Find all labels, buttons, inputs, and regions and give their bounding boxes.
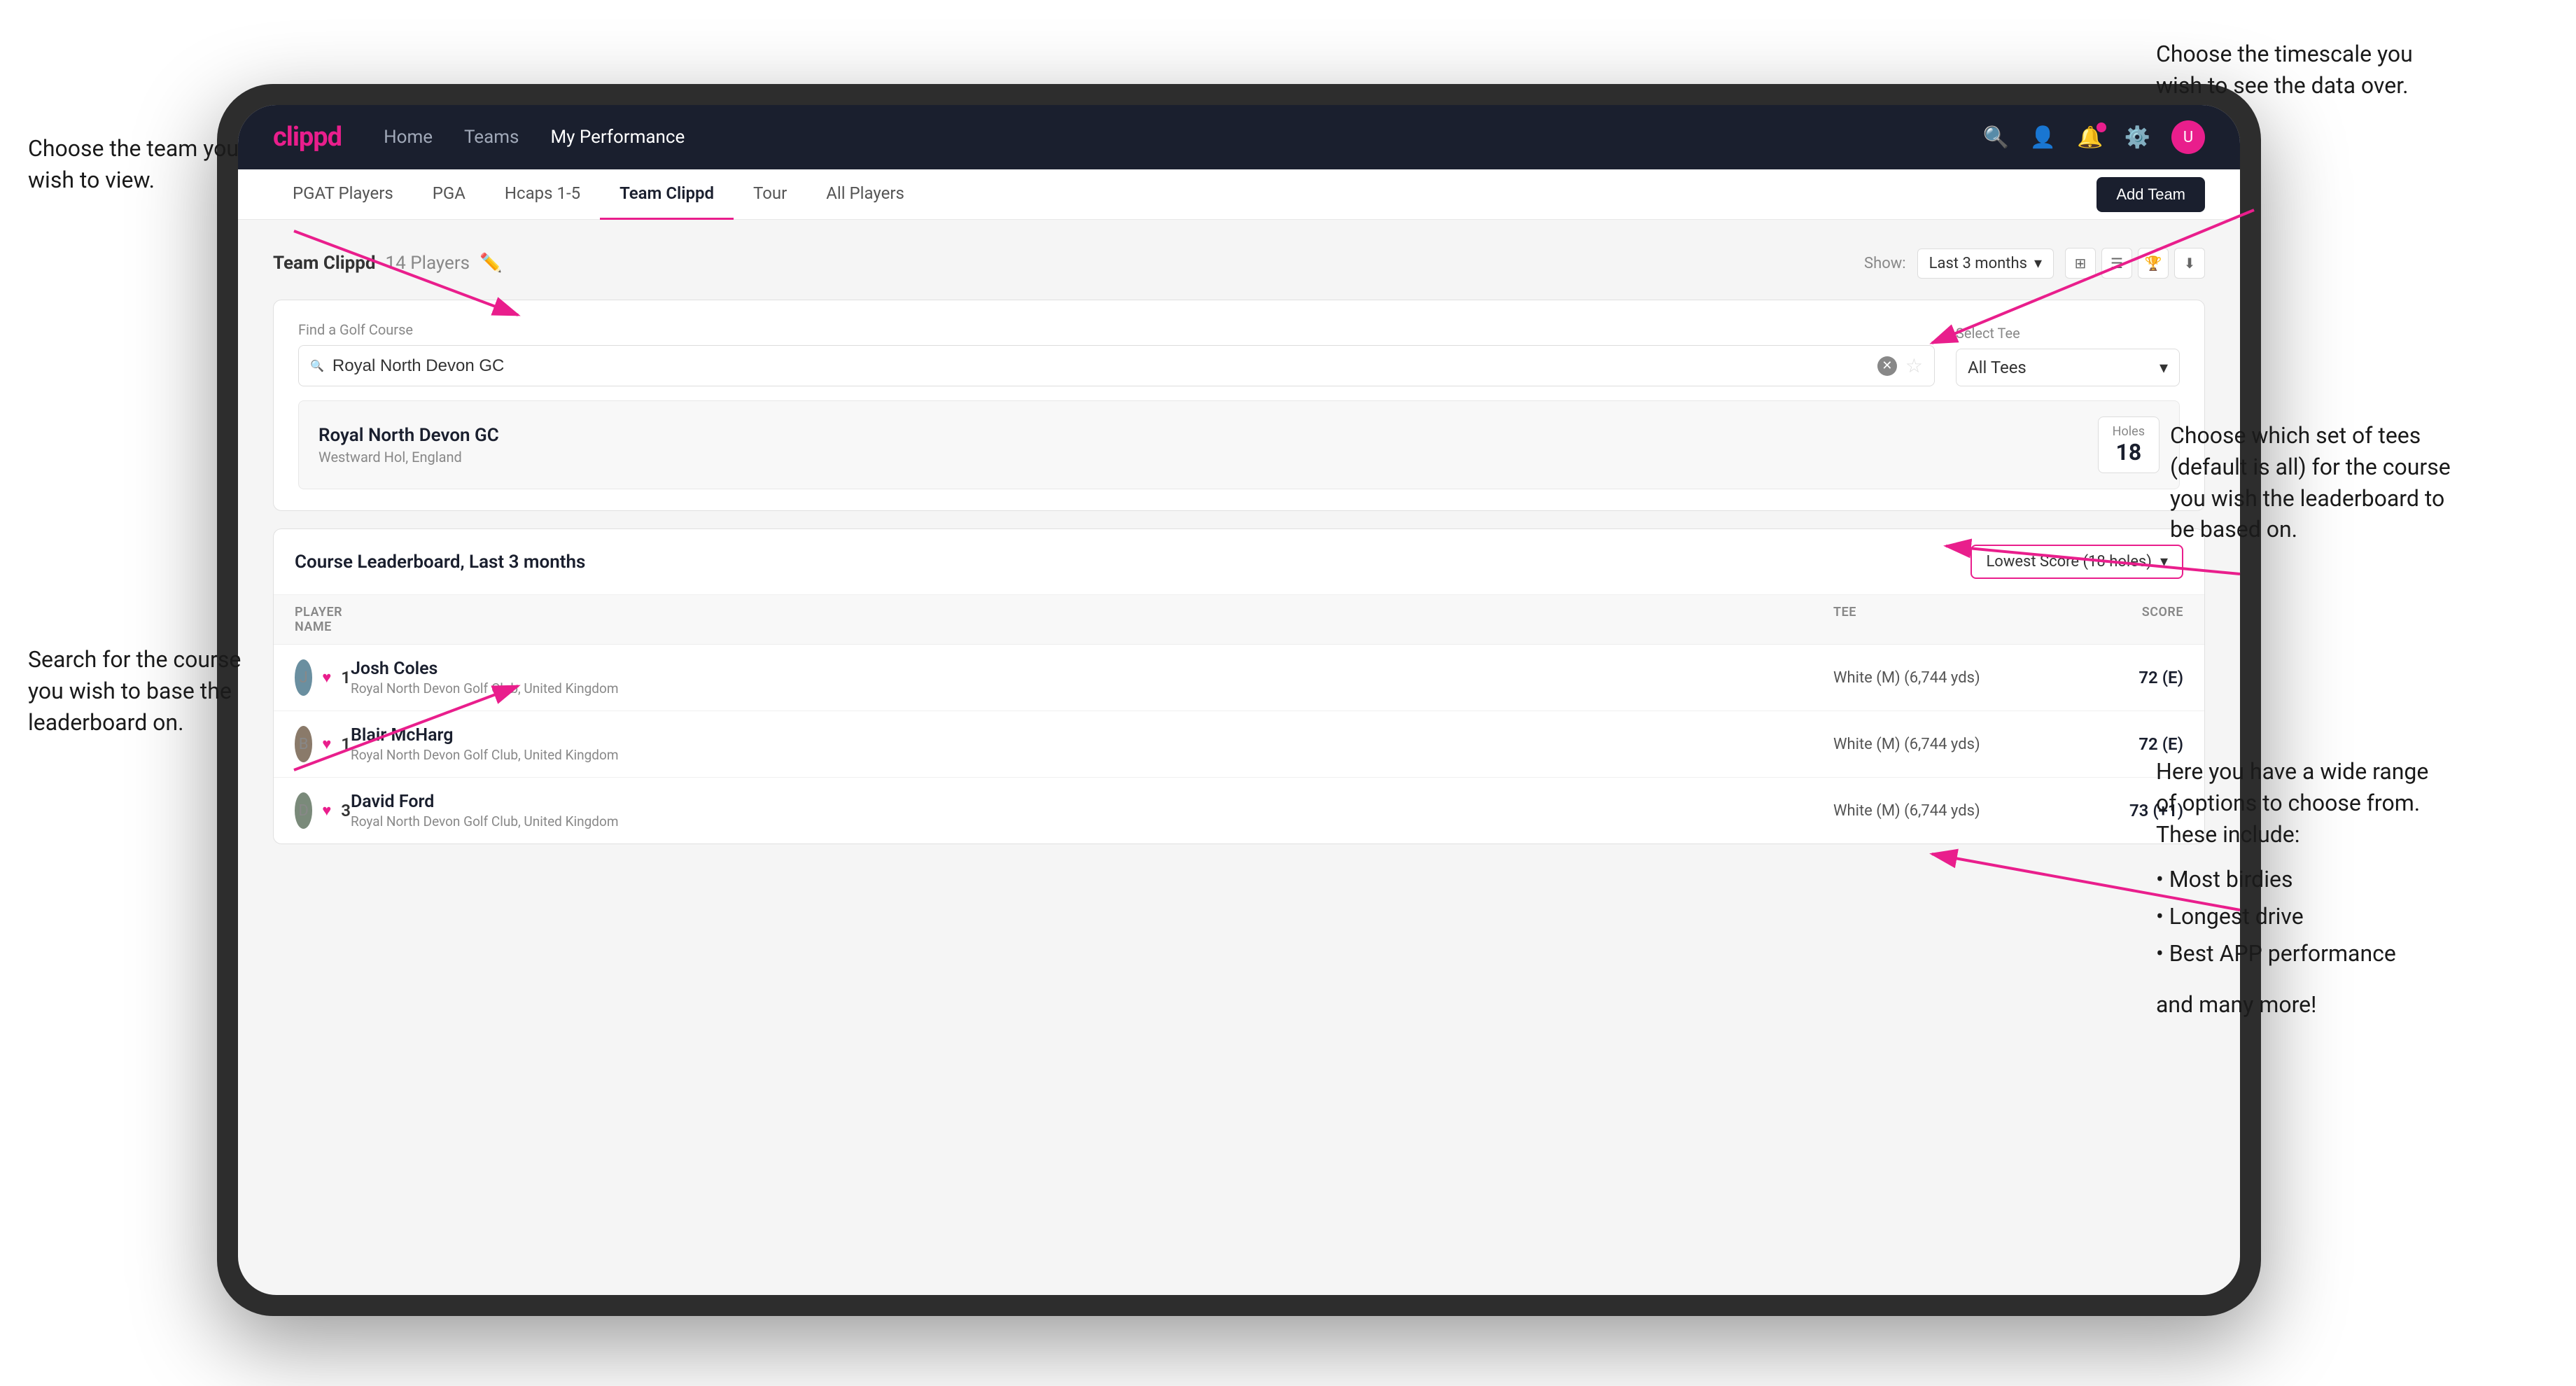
download-button[interactable]: ⬇ <box>2174 248 2205 279</box>
leaderboard-table-header: PLAYER NAME TEE SCORE <box>274 595 2204 645</box>
sub-nav: PGAT Players PGA Hcaps 1-5 Team Clippd T… <box>238 169 2240 220</box>
team-title: Team Clippd 14 Players ✏️ <box>273 253 502 274</box>
nav-links: Home Teams My Performance <box>384 127 1983 148</box>
team-name: Team Clippd <box>273 253 376 274</box>
nav-my-performance[interactable]: My Performance <box>550 127 685 148</box>
trophy-view-button[interactable]: 🏆 <box>2138 248 2169 279</box>
player-count: 14 Players <box>386 253 470 274</box>
course-search-input[interactable] <box>332 356 1869 376</box>
col-header-player: PLAYER NAME <box>295 605 351 634</box>
course-info: Royal North Devon GC Westward Hol, Engla… <box>318 425 499 465</box>
rank-3: 3 <box>341 801 351 820</box>
player-club-2: Royal North Devon Golf Club, United King… <box>351 747 1833 763</box>
rank-cell-3: D ♥ 3 <box>295 792 351 829</box>
team-header: Team Clippd 14 Players ✏️ Show: Last 3 m… <box>273 248 2205 279</box>
tee-cell-1: White (M) (6,744 yds) <box>1833 669 2043 687</box>
search-icon[interactable]: 🔍 <box>1983 125 2009 150</box>
sub-nav-tour[interactable]: Tour <box>734 169 806 220</box>
annotation-search-course: Search for the course you wish to base t… <box>28 644 350 738</box>
edit-icon[interactable]: ✏️ <box>479 253 502 274</box>
tee-value: All Tees <box>1968 358 2026 377</box>
sub-nav-pga[interactable]: PGA <box>413 169 485 220</box>
course-name: Royal North Devon GC <box>318 425 499 446</box>
top-nav: clippd Home Teams My Performance 🔍 👤 🔔 ⚙… <box>238 105 2240 169</box>
course-search-group: Find a Golf Course 🔍 ✕ ☆ <box>298 321 1935 386</box>
leaderboard-section: Course Leaderboard, Last 3 months Lowest… <box>273 528 2205 844</box>
holes-number: 18 <box>2113 439 2145 465</box>
app-container: clippd Home Teams My Performance 🔍 👤 🔔 ⚙… <box>238 105 2240 1295</box>
course-result: Royal North Devon GC Westward Hol, Engla… <box>298 400 2180 489</box>
table-row: B ♥ 1 Blair McHarg Royal North Devon Gol… <box>274 711 2204 778</box>
nav-home[interactable]: Home <box>384 127 433 148</box>
player-name-3: David Ford <box>351 792 1833 812</box>
annotation-tees: Choose which set of tees (default is all… <box>2170 420 2562 545</box>
course-location: Westward Hol, England <box>318 449 499 465</box>
search-icon: 🔍 <box>310 359 324 372</box>
main-content: Team Clippd 14 Players ✏️ Show: Last 3 m… <box>238 220 2240 1295</box>
player-name-1: Josh Coles <box>351 659 1833 679</box>
add-team-button[interactable]: Add Team <box>2096 177 2205 212</box>
leaderboard-header: Course Leaderboard, Last 3 months Lowest… <box>274 529 2204 595</box>
bell-icon[interactable]: 🔔 <box>2077 125 2103 150</box>
clear-search-button[interactable]: ✕ <box>1877 356 1897 376</box>
heart-icon-3: ♥ <box>322 802 331 820</box>
tablet-screen: clippd Home Teams My Performance 🔍 👤 🔔 ⚙… <box>238 105 2240 1295</box>
people-icon[interactable]: 👤 <box>2030 125 2056 150</box>
annotation-timescale: Choose the timescale you wish to see the… <box>2156 38 2562 102</box>
search-row: Find a Golf Course 🔍 ✕ ☆ Select Tee <box>298 321 2180 386</box>
chevron-down-icon: ▾ <box>2034 255 2042 272</box>
score-type-dropdown[interactable]: Lowest Score (18 holes) ▾ <box>1970 545 2183 579</box>
user-avatar[interactable]: U <box>2171 120 2205 154</box>
player-club-3: Royal North Devon Golf Club, United King… <box>351 813 1833 830</box>
show-controls: Show: Last 3 months ▾ ⊞ ☰ 🏆 ⬇ <box>1864 248 2205 279</box>
leaderboard-title: Course Leaderboard, Last 3 months <box>295 552 585 573</box>
nav-teams[interactable]: Teams <box>464 127 519 148</box>
tee-cell-2: White (M) (6,744 yds) <box>1833 736 2043 753</box>
player-club-1: Royal North Devon Golf Club, United King… <box>351 680 1833 696</box>
list-item: Best APP performance <box>2156 935 2562 972</box>
table-row: D ♥ 3 David Ford Royal North Devon Golf … <box>274 778 2204 844</box>
col-header-score: SCORE <box>2043 605 2183 634</box>
find-course-label: Find a Golf Course <box>298 321 1935 338</box>
tee-label: Select Tee <box>1956 325 2180 342</box>
score-cell-1: 72 (E) <box>2043 668 2183 687</box>
holes-label: Holes <box>2113 424 2145 439</box>
and-more-text: and many more! <box>2156 989 2562 1021</box>
search-input-wrapper: 🔍 ✕ ☆ <box>298 345 1935 386</box>
list-item: Longest drive <box>2156 898 2562 935</box>
holes-badge: Holes 18 <box>2098 416 2160 473</box>
player-name-2: Blair McHarg <box>351 725 1833 746</box>
player-info-2: Blair McHarg Royal North Devon Golf Club… <box>351 725 1833 763</box>
annotation-choose-team: Choose the team you wish to view. <box>28 133 322 196</box>
player-info-1: Josh Coles Royal North Devon Golf Club, … <box>351 659 1833 696</box>
player-info-3: David Ford Royal North Devon Golf Club, … <box>351 792 1833 830</box>
chevron-down-icon: ▾ <box>2160 553 2168 570</box>
search-area: Find a Golf Course 🔍 ✕ ☆ Select Tee <box>273 300 2205 511</box>
settings-icon[interactable]: ⚙️ <box>2124 125 2150 150</box>
grid-view-button[interactable]: ⊞ <box>2065 248 2096 279</box>
player-avatar-3: D <box>295 792 312 829</box>
annotation-options: Here you have a wide range of options to… <box>2156 756 2562 1021</box>
time-period-dropdown[interactable]: Last 3 months ▾ <box>1917 248 2054 279</box>
sub-nav-all-players[interactable]: All Players <box>806 169 924 220</box>
table-row: J ♥ 1 Josh Coles Royal North Devon Golf … <box>274 645 2204 711</box>
list-item: Most birdies <box>2156 861 2562 898</box>
chevron-down-icon: ▾ <box>2160 358 2168 377</box>
favorite-icon[interactable]: ☆ <box>1905 354 1923 377</box>
sub-nav-hcaps[interactable]: Hcaps 1-5 <box>485 169 600 220</box>
options-list: Most birdies Longest drive Best APP perf… <box>2156 861 2562 972</box>
sub-nav-team-clippd[interactable]: Team Clippd <box>600 169 734 220</box>
show-label: Show: <box>1864 255 1906 272</box>
tee-dropdown[interactable]: All Tees ▾ <box>1956 349 2180 386</box>
score-type-label: Lowest Score (18 holes) <box>1986 553 2152 570</box>
nav-icons: 🔍 👤 🔔 ⚙️ U <box>1983 120 2205 154</box>
tablet-frame: clippd Home Teams My Performance 🔍 👤 🔔 ⚙… <box>217 84 2261 1316</box>
tee-cell-3: White (M) (6,744 yds) <box>1833 802 2043 820</box>
col-header-tee: TEE <box>1833 605 2043 634</box>
tee-select-group: Select Tee All Tees ▾ <box>1956 325 2180 386</box>
view-icons: ⊞ ☰ 🏆 ⬇ <box>2065 248 2205 279</box>
score-cell-2: 72 (E) <box>2043 734 2183 754</box>
list-view-button[interactable]: ☰ <box>2101 248 2132 279</box>
